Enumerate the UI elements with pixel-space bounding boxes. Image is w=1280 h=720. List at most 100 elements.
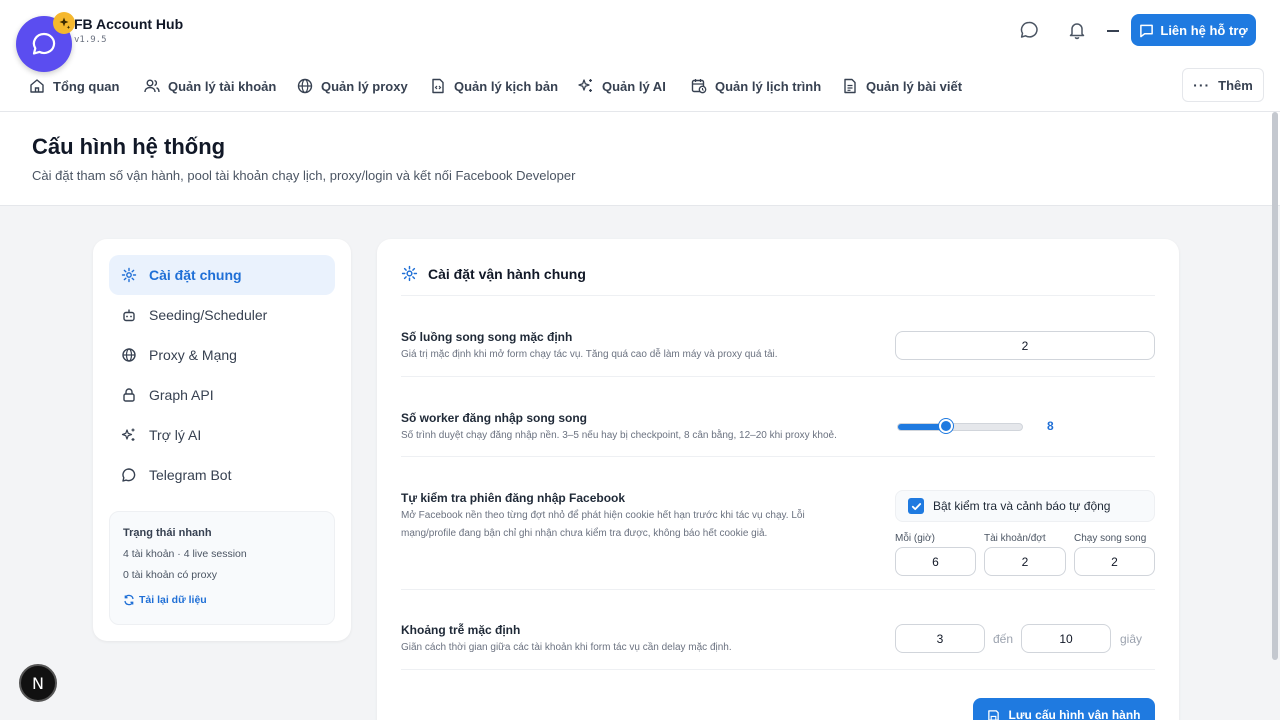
divider — [401, 376, 1155, 377]
sidebar-item-label: Trợ lý AI — [149, 427, 202, 443]
quick-status-proxy: 0 tài khoản có proxy — [123, 569, 217, 581]
sidebar-item-general[interactable]: Cài đặt chung — [109, 255, 335, 295]
document-icon — [844, 78, 856, 94]
sidebar-item-label: Seeding/Scheduler — [149, 307, 268, 323]
more-button-label: Thêm — [1218, 77, 1253, 93]
sparkles-icon — [578, 79, 592, 92]
minimize-button[interactable] — [1107, 30, 1119, 32]
refresh-icon — [124, 594, 134, 606]
app-title: FB Account Hub — [74, 16, 184, 32]
delay-to-label: đến — [993, 632, 1014, 646]
top-bar: FB Account Hub v1.9.5 Liên hệ hỗ trợ — [0, 0, 1280, 60]
save-icon — [988, 709, 1000, 720]
reload-data-label: Tải lại dữ liệu — [139, 594, 207, 606]
page-subtitle: Cài đặt tham số vận hành, pool tài khoản… — [32, 168, 576, 183]
login-workers-label: Số worker đăng nhập song song — [401, 411, 588, 425]
dev-tools-badge[interactable]: N — [19, 664, 57, 702]
login-workers-slider[interactable] — [897, 423, 1023, 431]
delay-from-input[interactable]: 3 — [895, 624, 985, 653]
delay-desc: Giãn cách thời gian giữa các tài khoản k… — [401, 642, 732, 653]
dev-tools-badge-label: N — [32, 673, 44, 693]
nav-item-label: Quản lý proxy — [321, 78, 408, 94]
globe-icon — [122, 348, 136, 362]
nav-item-ai[interactable]: Quản lý AI — [577, 77, 666, 95]
home-icon — [30, 79, 44, 93]
quick-status-panel: Trạng thái nhanh 4 tài khoản · 4 live se… — [109, 511, 335, 625]
gear-icon — [121, 267, 137, 283]
check-icon — [911, 502, 921, 510]
nav-item-schedule[interactable]: Quản lý lịch trình — [690, 77, 821, 95]
quick-status-accounts: 4 tài khoản · 4 live session — [123, 548, 247, 560]
threads-input[interactable]: 2 — [895, 331, 1155, 360]
checkbox[interactable] — [908, 498, 924, 514]
users-icon — [144, 79, 160, 93]
sparkles-badge-icon — [53, 12, 75, 34]
save-settings-label: Lưu cấu hình vận hành — [1008, 708, 1141, 720]
divider — [401, 589, 1155, 590]
delay-to-input[interactable]: 10 — [1021, 624, 1111, 653]
nav-item-label: Quản lý tài khoản — [168, 78, 277, 94]
every-hours-label: Mỗi (giờ) — [895, 533, 935, 544]
general-settings-panel: Cài đặt vận hành chung Số luồng song son… — [377, 239, 1179, 720]
page-scrollbar[interactable] — [1272, 112, 1278, 660]
parallel-input[interactable]: 2 — [1074, 547, 1155, 576]
quick-status-title: Trạng thái nhanh — [123, 527, 212, 539]
checkbox-label: Bật kiểm tra và cảnh báo tự động — [933, 499, 1111, 513]
divider — [401, 669, 1155, 670]
reload-data-link[interactable]: Tải lại dữ liệu — [123, 594, 207, 606]
globe-icon — [297, 78, 313, 94]
nav-item-scripts[interactable]: Quản lý kịch bản — [429, 77, 558, 95]
nav-item-label: Quản lý lịch trình — [715, 78, 822, 94]
support-button-label: Liên hệ hỗ trợ — [1160, 22, 1248, 38]
chat-square-icon — [1140, 24, 1154, 37]
more-dots-icon: ··· — [1193, 77, 1211, 93]
nav-item-proxy[interactable]: Quản lý proxy — [296, 77, 408, 95]
message-icon[interactable] — [1019, 20, 1039, 40]
nav-item-accounts[interactable]: Quản lý tài khoản — [143, 77, 276, 95]
section-title: Cài đặt vận hành chung — [401, 265, 586, 282]
sparkles-icon — [121, 428, 135, 441]
robot-icon — [123, 309, 135, 322]
sidebar-item-ai-assistant[interactable]: Trợ lý AI — [109, 415, 335, 455]
threads-desc: Giá trị mặc định khi mở form chạy tác vụ… — [401, 349, 778, 360]
session-check-label: Tự kiểm tra phiên đăng nhập Facebook — [401, 491, 626, 505]
section-title-text: Cài đặt vận hành chung — [428, 265, 586, 282]
sidebar-item-label: Cài đặt chung — [149, 267, 242, 283]
login-workers-value: 8 — [1047, 419, 1054, 433]
sidebar-item-label: Graph API — [149, 387, 214, 403]
nav-item-posts[interactable]: Quản lý bài viết — [841, 77, 962, 95]
nav-item-label: Quản lý bài viết — [866, 78, 963, 94]
page-header: Cấu hình hệ thống Cài đặt tham số vận hà… — [0, 112, 1280, 206]
sidebar-item-telegram[interactable]: Telegram Bot — [109, 455, 335, 495]
sidebar-item-label: Proxy & Mạng — [149, 347, 237, 363]
nav-item-label: Quản lý AI — [602, 78, 666, 94]
main-nav: Tổng quan Quản lý tài khoản Quản lý prox… — [0, 60, 1280, 112]
lock-icon — [123, 388, 135, 402]
threads-label: Số luồng song song mặc định — [401, 330, 573, 344]
page-title: Cấu hình hệ thống — [32, 134, 226, 159]
divider — [401, 295, 1155, 296]
batch-size-input[interactable]: 2 — [984, 547, 1066, 576]
batch-size-label: Tài khoản/đợt — [984, 533, 1046, 544]
delay-unit: giây — [1120, 632, 1143, 646]
save-settings-button[interactable]: Lưu cấu hình vận hành — [973, 698, 1155, 720]
session-check-desc: Mở Facebook nền theo từng đợt nhỏ để phá… — [401, 510, 805, 539]
delay-label: Khoảng trễ mặc định — [401, 623, 521, 637]
bell-icon[interactable] — [1067, 20, 1087, 40]
nav-item-overview[interactable]: Tổng quan — [28, 77, 119, 95]
session-check-toggle[interactable]: Bật kiểm tra và cảnh báo tự động — [895, 490, 1155, 522]
calendar-clock-icon — [691, 79, 707, 94]
chat-icon — [122, 468, 136, 482]
sidebar-item-seeding[interactable]: Seeding/Scheduler — [109, 295, 335, 335]
gear-icon — [401, 265, 418, 282]
sidebar-item-label: Telegram Bot — [149, 467, 232, 483]
sidebar-item-graph-api[interactable]: Graph API — [109, 375, 335, 415]
more-button[interactable]: ··· Thêm — [1182, 68, 1264, 102]
support-button[interactable]: Liên hệ hỗ trợ — [1131, 14, 1256, 46]
login-workers-desc: Số trình duyệt chạy đăng nhập nền. 3–5 n… — [401, 430, 837, 441]
divider — [401, 456, 1155, 457]
nav-item-label: Quản lý kịch bản — [454, 78, 559, 94]
parallel-label: Chạy song song — [1074, 533, 1147, 544]
every-hours-input[interactable]: 6 — [895, 547, 976, 576]
sidebar-item-proxy[interactable]: Proxy & Mạng — [109, 335, 335, 375]
